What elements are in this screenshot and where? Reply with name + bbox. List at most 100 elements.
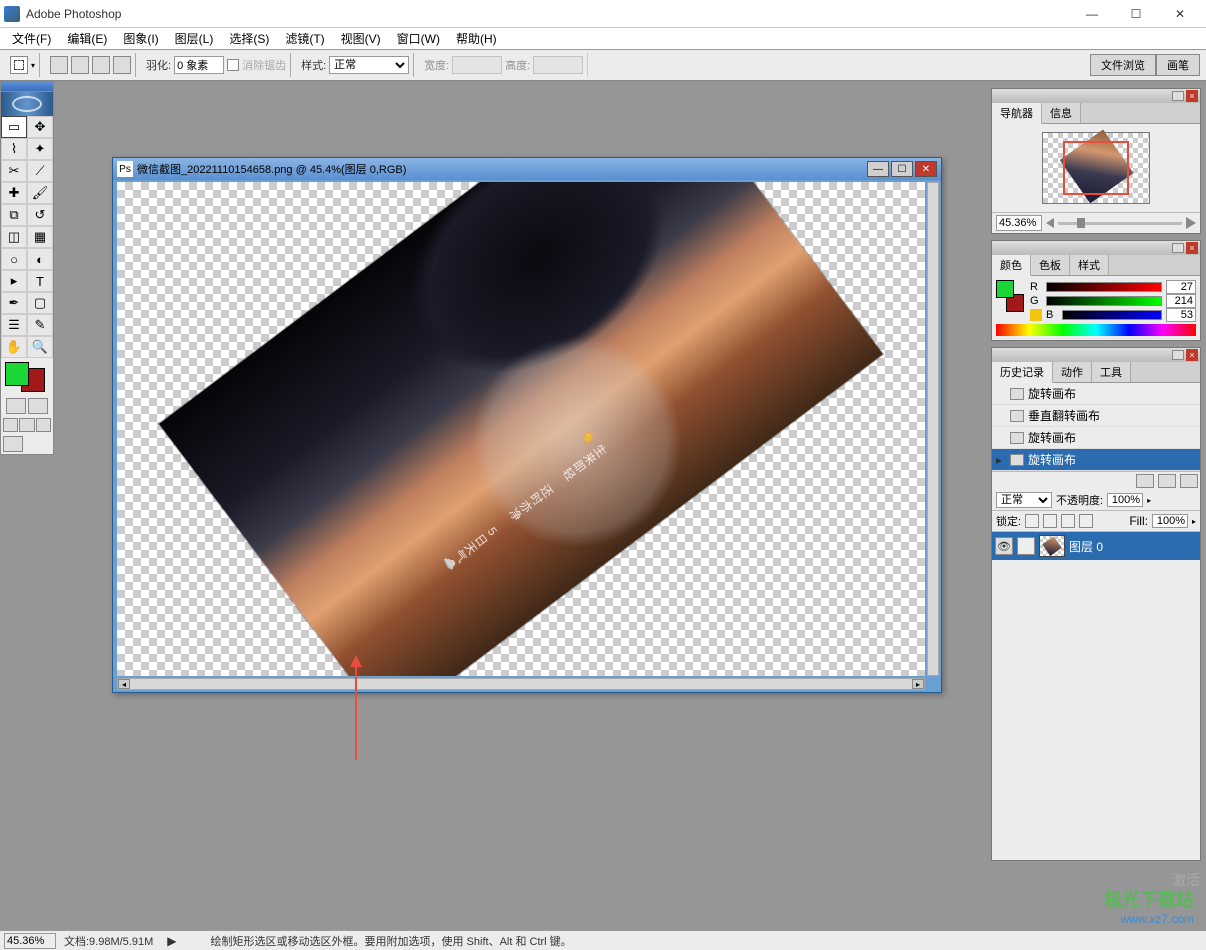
jump-to-imageready-icon[interactable] — [3, 436, 23, 452]
standard-mode-icon[interactable] — [6, 398, 26, 414]
tab-color[interactable]: 颜色 — [992, 255, 1031, 276]
menu-image[interactable]: 图象(I) — [115, 28, 166, 49]
eyedropper-tool[interactable]: ✎ — [27, 314, 53, 336]
menu-layer[interactable]: 图层(L) — [167, 28, 222, 49]
marquee-tool-preset-icon[interactable] — [10, 56, 28, 74]
feather-input[interactable] — [174, 56, 224, 74]
scroll-left-button[interactable]: ◂ — [118, 679, 130, 689]
layer-name[interactable]: 图层 0 — [1069, 538, 1103, 555]
new-document-icon[interactable] — [1158, 474, 1176, 488]
doc-maximize-button[interactable]: ☐ — [891, 161, 913, 177]
brush-tool[interactable]: 🖌 — [27, 182, 53, 204]
toolbox-handle[interactable] — [1, 82, 53, 92]
healing-tool[interactable]: ✚ — [1, 182, 27, 204]
maximize-button[interactable]: ☐ — [1114, 0, 1158, 28]
lasso-tool[interactable]: ⌇ — [1, 138, 27, 160]
color-panel-swatch[interactable] — [996, 280, 1024, 312]
selection-subtract-icon[interactable] — [92, 56, 110, 74]
panel-close-icon[interactable]: × — [1186, 242, 1198, 254]
shape-tool[interactable]: ▢ — [27, 292, 53, 314]
status-doc-size[interactable]: 文档:9.98M/5.91M — [64, 933, 153, 949]
status-expand-icon[interactable]: ▶ — [167, 934, 176, 948]
canvas[interactable]: 生来即轻 还时亦净 5日天气☁️☀️ — [117, 182, 925, 676]
status-zoom[interactable]: 45.36% — [4, 933, 56, 949]
foreground-color-swatch[interactable] — [5, 362, 29, 386]
horizontal-scrollbar[interactable]: ◂ ▸ — [117, 678, 925, 690]
g-value[interactable] — [1166, 294, 1196, 308]
new-snapshot-icon[interactable] — [1136, 474, 1154, 488]
tab-swatches[interactable]: 色板 — [1031, 255, 1070, 275]
menu-edit[interactable]: 编辑(E) — [59, 28, 115, 49]
type-tool[interactable]: T — [27, 270, 53, 292]
panel-close-icon[interactable]: × — [1186, 349, 1198, 361]
history-item[interactable]: 垂直翻转画布 — [992, 405, 1200, 427]
scroll-track[interactable] — [130, 679, 912, 689]
selection-add-icon[interactable] — [71, 56, 89, 74]
slice-tool[interactable]: ⟋ — [27, 160, 53, 182]
tab-actions[interactable]: 动作 — [1053, 362, 1092, 382]
scroll-right-button[interactable]: ▸ — [912, 679, 924, 689]
pen-tool[interactable]: ✒ — [1, 292, 27, 314]
tab-tools[interactable]: 工具 — [1092, 362, 1131, 382]
move-tool[interactable]: ✥ — [27, 116, 53, 138]
doc-minimize-button[interactable]: — — [867, 161, 889, 177]
history-item[interactable]: 旋转画布 — [992, 383, 1200, 405]
lock-paint-icon[interactable] — [1043, 514, 1057, 528]
layer-item[interactable]: 👁 图层 0 — [992, 532, 1200, 560]
r-value[interactable] — [1166, 280, 1196, 294]
history-brush-tool[interactable]: ↺ — [27, 204, 53, 226]
vertical-scrollbar[interactable] — [927, 182, 939, 676]
screen-mode-1-icon[interactable] — [3, 418, 18, 432]
r-slider[interactable] — [1046, 282, 1162, 292]
g-slider[interactable] — [1046, 296, 1162, 306]
menu-view[interactable]: 视图(V) — [333, 28, 389, 49]
lock-transparent-icon[interactable] — [1025, 514, 1039, 528]
tab-history[interactable]: 历史记录 — [992, 362, 1053, 383]
menu-select[interactable]: 选择(S) — [221, 28, 277, 49]
history-item-current[interactable]: ▸旋转画布 — [992, 449, 1200, 471]
layer-link-icon[interactable] — [1017, 537, 1035, 555]
screen-mode-2-icon[interactable] — [19, 418, 34, 432]
blur-tool[interactable]: ○ — [1, 248, 27, 270]
navigator-zoom-input[interactable] — [996, 215, 1042, 231]
wand-tool[interactable]: ✦ — [27, 138, 53, 160]
quickmask-mode-icon[interactable] — [28, 398, 48, 414]
minimize-button[interactable]: — — [1070, 0, 1114, 28]
zoom-tool[interactable]: 🔍 — [27, 336, 53, 358]
navigator-thumbnail[interactable] — [1042, 132, 1150, 204]
tab-navigator[interactable]: 导航器 — [992, 103, 1042, 124]
marquee-tool[interactable]: ▭ — [1, 116, 27, 138]
layer-visibility-icon[interactable]: 👁 — [995, 537, 1013, 555]
stamp-tool[interactable]: ⧉ — [1, 204, 27, 226]
menu-file[interactable]: 文件(F) — [4, 28, 59, 49]
crop-tool[interactable]: ✂ — [1, 160, 27, 182]
color-swatches[interactable] — [5, 362, 45, 392]
lock-position-icon[interactable] — [1061, 514, 1075, 528]
eraser-tool[interactable]: ◫ — [1, 226, 27, 248]
lock-all-icon[interactable] — [1079, 514, 1093, 528]
path-select-tool[interactable]: ▸ — [1, 270, 27, 292]
selection-intersect-icon[interactable] — [113, 56, 131, 74]
tab-info[interactable]: 信息 — [1042, 103, 1081, 123]
document-titlebar[interactable]: Ps 微信截图_20221110154658.png @ 45.4%(图层 0,… — [113, 158, 941, 180]
doc-close-button[interactable]: ✕ — [915, 161, 937, 177]
gradient-tool[interactable]: ▦ — [27, 226, 53, 248]
style-select[interactable]: 正常 — [329, 56, 409, 74]
tab-brush[interactable]: 画笔 — [1156, 54, 1200, 76]
layer-thumbnail[interactable] — [1039, 535, 1065, 557]
zoom-out-icon[interactable] — [1046, 218, 1054, 228]
selection-new-icon[interactable] — [50, 56, 68, 74]
fill-input[interactable] — [1152, 514, 1188, 528]
menu-filter[interactable]: 滤镜(T) — [277, 28, 332, 49]
panel-min-icon[interactable] — [1172, 243, 1184, 253]
panel-min-icon[interactable] — [1172, 350, 1184, 360]
panel-close-icon[interactable]: × — [1186, 90, 1198, 102]
zoom-in-icon[interactable] — [1186, 217, 1196, 229]
history-item[interactable]: 旋转画布 — [992, 427, 1200, 449]
hand-tool[interactable]: ✋ — [1, 336, 27, 358]
close-button[interactable]: ✕ — [1158, 0, 1202, 28]
blend-mode-select[interactable]: 正常 — [996, 492, 1052, 508]
zoom-slider[interactable] — [1058, 222, 1182, 225]
b-value[interactable] — [1166, 308, 1196, 322]
tab-styles[interactable]: 样式 — [1070, 255, 1109, 275]
